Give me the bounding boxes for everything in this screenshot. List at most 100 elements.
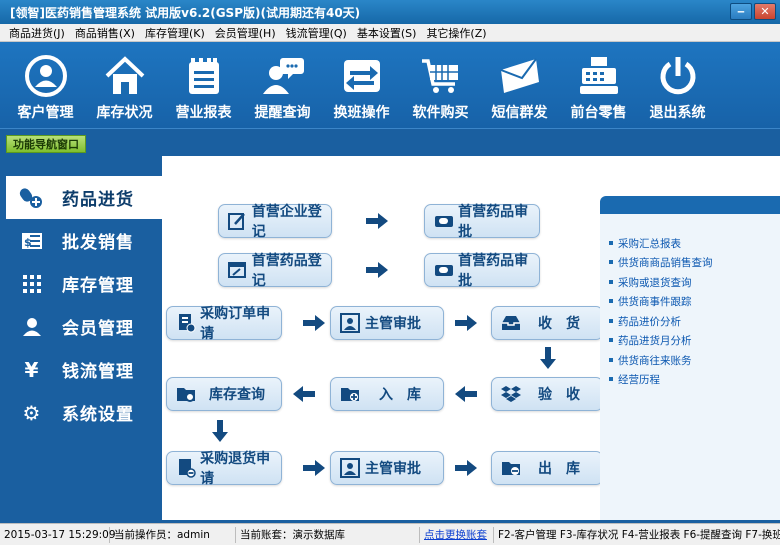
window-title: [领智]医药销售管理系统 试用版v6.2(GSP版)(试用期还有40天) — [10, 5, 361, 20]
drug-approve-button-1[interactable]: 首营药品审批 — [424, 204, 540, 240]
link-supplier-sales[interactable]: 供货商商品销售查询 — [609, 255, 713, 270]
menu-item-purchase[interactable]: 商品进货(J) — [4, 25, 70, 41]
sidebar-item-cashflow[interactable]: ¥ 钱流管理 — [0, 348, 162, 391]
close-button[interactable]: ✕ — [754, 3, 776, 20]
toolbar-label: 前台零售 — [570, 105, 627, 121]
link-monthly-analysis[interactable]: 药品进货月分析 — [609, 333, 692, 348]
id-card-icon — [339, 312, 361, 334]
notepad-icon — [188, 58, 219, 94]
quick-links-panel: 采购汇总报表 供货商商品销售查询 采购或退货查询 供货商事件跟踪 药品进价分析 … — [600, 196, 780, 520]
sidebar-item-label: 批发销售 — [62, 233, 134, 253]
status-datetime: 2015-03-17 15:29:09 — [0, 526, 116, 543]
document-hand-icon — [175, 312, 196, 334]
inventory-query-button[interactable]: 库存查询 — [166, 377, 282, 411]
toolbar-buy-button[interactable]: 软件购买 — [401, 42, 480, 128]
quick-links-list: 采购汇总报表 供货商商品销售查询 采购或退货查询 供货商事件跟踪 药品进价分析 … — [600, 214, 780, 520]
sidebar-item-inventory[interactable]: 库存管理 — [0, 262, 162, 305]
ledger-icon: $ — [18, 231, 46, 251]
edit-icon — [227, 210, 248, 232]
stock-in-button[interactable]: 入 库 — [330, 377, 444, 411]
flow-label: 采购订单申请 — [200, 306, 271, 342]
toolbar-customer-button[interactable]: 客户管理 — [6, 42, 85, 128]
sidebar-item-label: 会员管理 — [62, 319, 134, 339]
window-edit-icon — [227, 259, 248, 281]
swap-icon — [343, 60, 380, 92]
menu-item-cashflow[interactable]: 钱流管理(Q) — [281, 25, 352, 41]
main-toolbar: 客户管理 库存状况 营业报表 提醒查询 换班操作 软件购买 短信群发 前台零售 … — [0, 42, 780, 128]
right-arrow-icon — [455, 315, 477, 331]
menu-item-members[interactable]: 会员管理(H) — [210, 25, 281, 41]
user-circle-icon — [24, 55, 67, 97]
link-business-history[interactable]: 经营历程 — [609, 372, 660, 387]
drug-register-button[interactable]: 首营药品登记 — [218, 253, 332, 289]
switch-account-text: 点击更换账套 — [424, 529, 487, 541]
sidebar-item-wholesale[interactable]: $ 批发销售 — [0, 219, 162, 262]
sidebar-item-members[interactable]: 会员管理 — [0, 305, 162, 348]
menu-item-sales[interactable]: 商品销售(X) — [70, 25, 140, 41]
cash-register-icon — [579, 57, 618, 94]
toolbar-shift-button[interactable]: 换班操作 — [322, 42, 401, 128]
link-price-analysis[interactable]: 药品进价分析 — [609, 314, 681, 329]
switch-account-link[interactable]: 点击更换账套 — [420, 526, 494, 543]
pill-tag-icon — [433, 259, 454, 281]
flow-label: 首营药品审批 — [458, 204, 529, 240]
receive-button[interactable]: 收 货 — [491, 306, 603, 340]
tab-navigation-window[interactable]: 功能导航窗口 — [6, 135, 86, 153]
drug-approve-button-2[interactable]: 首营药品审批 — [424, 253, 540, 289]
right-arrow-icon — [303, 460, 325, 476]
toolbar-label: 提醒查询 — [254, 105, 311, 121]
sidebar-item-settings[interactable]: ⚙ 系统设置 — [0, 391, 162, 434]
toolbar-label: 换班操作 — [333, 105, 390, 121]
purchase-order-button[interactable]: 采购订单申请 — [166, 306, 282, 342]
toolbar-label: 库存状况 — [96, 105, 153, 121]
sidebar: 药品进货 $ 批发销售 库存管理 会员管理 ¥ 钱流管理 ⚙ 系统设置 — [0, 156, 162, 520]
toolbar-reminder-button[interactable]: 提醒查询 — [243, 42, 322, 128]
toolbar-label: 退出系统 — [649, 105, 706, 121]
toolbar-exit-button[interactable]: 退出系统 — [638, 42, 717, 128]
sidebar-item-label: 钱流管理 — [62, 362, 134, 382]
sidebar-item-purchase[interactable]: 药品进货 — [6, 176, 162, 219]
workflow-panel: 首营企业登记 首营药品审批 首营药品登记 首营药品审批 采购订单申请 主管审批 … — [162, 156, 780, 520]
inspect-button[interactable]: 验 收 — [491, 377, 603, 411]
power-icon — [660, 57, 695, 95]
grid-icon — [18, 274, 46, 294]
status-account: 当前账套：演示数据库 — [236, 526, 420, 543]
supplier-register-button[interactable]: 首营企业登记 — [218, 204, 332, 240]
menu-item-other[interactable]: 其它操作(Z) — [421, 25, 491, 41]
right-arrow-icon — [303, 315, 325, 331]
toolbar-retail-button[interactable]: 前台零售 — [559, 42, 638, 128]
flow-label: 主管审批 — [365, 461, 421, 477]
status-bar: 2015-03-17 15:29:09 当前操作员：admin 当前账套：演示数… — [0, 523, 780, 545]
menu-item-settings[interactable]: 基本设置(S) — [352, 25, 422, 41]
supervisor-approve-button-1[interactable]: 主管审批 — [330, 306, 444, 340]
link-supplier-accounts[interactable]: 供货商往来账务 — [609, 353, 692, 368]
toolbar-sms-button[interactable]: 短信群发 — [480, 42, 559, 128]
sidebar-item-label: 系统设置 — [62, 405, 134, 425]
minimize-button[interactable]: ‒ — [730, 3, 752, 20]
flow-label: 出 库 — [538, 461, 580, 477]
inbox-icon — [500, 312, 522, 334]
link-purchase-return-query[interactable]: 采购或退货查询 — [609, 275, 692, 290]
toolbar-report-button[interactable]: 营业报表 — [164, 42, 243, 128]
flow-label: 首营药品审批 — [458, 253, 529, 289]
yen-icon: ¥ — [24, 357, 40, 382]
left-arrow-icon — [455, 386, 477, 402]
link-supplier-events[interactable]: 供货商事件跟踪 — [609, 294, 692, 309]
flow-label: 收 货 — [538, 316, 580, 332]
down-arrow-icon — [540, 347, 556, 369]
left-arrow-icon — [293, 386, 315, 402]
supervisor-approve-button-2[interactable]: 主管审批 — [330, 451, 444, 485]
gear-icon: ⚙ — [22, 400, 42, 425]
link-purchase-summary[interactable]: 采购汇总报表 — [609, 236, 681, 251]
cart-icon — [421, 59, 458, 93]
toolbar-stock-button[interactable]: 库存状况 — [85, 42, 164, 128]
flow-label: 首营药品登记 — [251, 253, 322, 289]
status-shortcuts: F2-客户管理 F3-库存状况 F4-营业报表 F6-提醒查询 F7-换班 — [498, 529, 780, 541]
sidebar-item-label: 库存管理 — [62, 276, 134, 296]
toolbar-label: 软件购买 — [412, 105, 469, 121]
menu-item-inventory[interactable]: 库存管理(K) — [140, 25, 210, 41]
down-arrow-icon — [212, 420, 228, 442]
return-request-button[interactable]: 采购退货申请 — [166, 451, 282, 487]
id-card-icon — [339, 457, 361, 479]
stock-out-button[interactable]: 出 库 — [491, 451, 603, 485]
